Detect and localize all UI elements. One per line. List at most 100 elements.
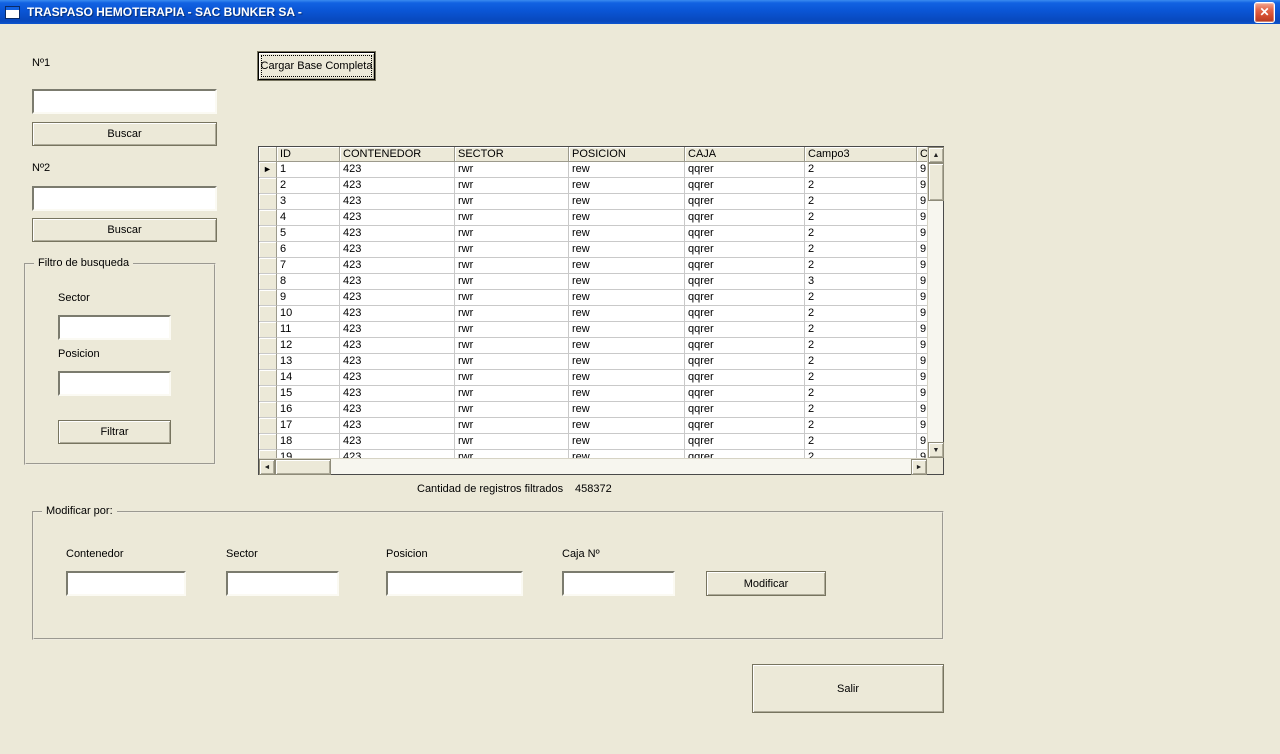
grid-cell[interactable]: rwr — [455, 370, 569, 386]
grid-cell[interactable]: rew — [569, 290, 685, 306]
grid-cell[interactable]: rew — [569, 402, 685, 418]
grid-cell[interactable]: 2 — [805, 450, 917, 458]
grid-cell[interactable]: 9 — [917, 290, 927, 306]
grid-cell[interactable]: rew — [569, 194, 685, 210]
current-row-pointer-icon[interactable]: ► — [259, 162, 277, 178]
row-selector[interactable] — [259, 386, 277, 402]
row-selector[interactable] — [259, 258, 277, 274]
grid-cell[interactable]: 9 — [917, 450, 927, 458]
grid-cell[interactable]: 2 — [805, 258, 917, 274]
modificar-button[interactable]: Modificar — [706, 571, 826, 596]
grid-cell[interactable]: rwr — [455, 290, 569, 306]
grid-row[interactable]: 9423rwrrewqqrer29 — [259, 290, 927, 306]
grid-cell[interactable]: 2 — [805, 178, 917, 194]
grid-cell[interactable]: rwr — [455, 274, 569, 290]
grid-cell[interactable]: 423 — [340, 274, 455, 290]
grid-row[interactable]: 18423rwrrewqqrer29 — [259, 434, 927, 450]
modify-posicion-input[interactable] — [386, 571, 523, 596]
column-header-caja[interactable]: CAJA — [685, 147, 805, 162]
grid-cell[interactable]: 423 — [340, 434, 455, 450]
grid-cell[interactable]: 2 — [805, 354, 917, 370]
grid-cell[interactable]: 14 — [277, 370, 340, 386]
grid-cell[interactable]: rew — [569, 210, 685, 226]
grid-cell[interactable]: 2 — [805, 226, 917, 242]
row-selector[interactable] — [259, 306, 277, 322]
grid-cell[interactable]: 2 — [805, 402, 917, 418]
grid-cell[interactable]: qqrer — [685, 258, 805, 274]
grid-cell[interactable]: rwr — [455, 418, 569, 434]
grid-cell[interactable]: 18 — [277, 434, 340, 450]
grid-cell[interactable]: rwr — [455, 258, 569, 274]
grid-cell[interactable]: 9 — [917, 226, 927, 242]
grid-cell[interactable]: rew — [569, 370, 685, 386]
grid-cell[interactable]: 423 — [340, 418, 455, 434]
grid-cell[interactable]: rew — [569, 322, 685, 338]
grid-cell[interactable]: qqrer — [685, 194, 805, 210]
grid-cell[interactable]: 423 — [340, 354, 455, 370]
grid-cell[interactable]: 9 — [917, 306, 927, 322]
grid-cell[interactable]: 9 — [917, 338, 927, 354]
grid-cell[interactable]: 423 — [340, 370, 455, 386]
grid-cell[interactable]: 2 — [805, 242, 917, 258]
grid-cell[interactable]: 423 — [340, 322, 455, 338]
grid-cell[interactable]: 9 — [917, 258, 927, 274]
grid-cell[interactable]: rew — [569, 306, 685, 322]
grid-cell[interactable]: 2 — [805, 322, 917, 338]
grid-cell[interactable]: 2 — [805, 370, 917, 386]
grid-cell[interactable]: rew — [569, 226, 685, 242]
row-selector[interactable] — [259, 194, 277, 210]
grid-cell[interactable]: 9 — [917, 354, 927, 370]
grid-cell[interactable]: 16 — [277, 402, 340, 418]
modify-sector-input[interactable] — [226, 571, 339, 596]
grid-row[interactable]: ►1423rwrrewqqrer29 — [259, 162, 927, 178]
grid-row[interactable]: 11423rwrrewqqrer29 — [259, 322, 927, 338]
scroll-down-icon[interactable]: ▼ — [928, 442, 944, 458]
grid-row[interactable]: 14423rwrrewqqrer29 — [259, 370, 927, 386]
grid-cell[interactable]: 2 — [805, 434, 917, 450]
grid-cell[interactable]: 6 — [277, 242, 340, 258]
grid-cell[interactable]: qqrer — [685, 162, 805, 178]
grid-cell[interactable]: rwr — [455, 210, 569, 226]
grid-cell[interactable]: 9 — [917, 434, 927, 450]
grid-row[interactable]: 10423rwrrewqqrer29 — [259, 306, 927, 322]
grid-cell[interactable]: 423 — [340, 386, 455, 402]
row-selector[interactable] — [259, 178, 277, 194]
grid-row[interactable]: 2423rwrrewqqrer29 — [259, 178, 927, 194]
grid-cell[interactable]: 5 — [277, 226, 340, 242]
grid-cell[interactable]: 2 — [805, 210, 917, 226]
grid-cell[interactable]: qqrer — [685, 354, 805, 370]
grid-cell[interactable]: 7 — [277, 258, 340, 274]
vertical-scrollbar[interactable]: ▲ ▼ — [927, 147, 943, 458]
grid-cell[interactable]: qqrer — [685, 402, 805, 418]
grid-cell[interactable]: 11 — [277, 322, 340, 338]
grid-cell[interactable]: 423 — [340, 258, 455, 274]
grid-cell[interactable]: 12 — [277, 338, 340, 354]
grid-cell[interactable]: rwr — [455, 322, 569, 338]
grid-row[interactable]: 8423rwrrewqqrer39 — [259, 274, 927, 290]
n2-input[interactable] — [32, 186, 217, 211]
scroll-up-icon[interactable]: ▲ — [928, 147, 944, 163]
vertical-scrollbar-thumb[interactable] — [928, 163, 944, 201]
grid-cell[interactable]: 9 — [917, 418, 927, 434]
grid-row[interactable]: 6423rwrrewqqrer29 — [259, 242, 927, 258]
grid-cell[interactable]: qqrer — [685, 226, 805, 242]
grid-row[interactable]: 17423rwrrewqqrer29 — [259, 418, 927, 434]
row-selector[interactable] — [259, 338, 277, 354]
grid-cell[interactable]: rwr — [455, 354, 569, 370]
grid-cell[interactable]: 9 — [917, 162, 927, 178]
grid-row[interactable]: 15423rwrrewqqrer29 — [259, 386, 927, 402]
grid-cell[interactable]: 2 — [277, 178, 340, 194]
grid-cell[interactable]: rew — [569, 386, 685, 402]
row-selector[interactable] — [259, 434, 277, 450]
grid-cell[interactable]: 2 — [805, 338, 917, 354]
column-header-campo3[interactable]: Campo3 — [805, 147, 917, 162]
grid-cell[interactable]: 423 — [340, 194, 455, 210]
filter-posicion-input[interactable] — [58, 371, 171, 396]
row-selector[interactable] — [259, 290, 277, 306]
grid-cell[interactable]: rew — [569, 258, 685, 274]
grid-cell[interactable]: qqrer — [685, 242, 805, 258]
grid-cell[interactable]: 423 — [340, 226, 455, 242]
title-bar[interactable]: TRASPASO HEMOTERAPIA - SAC BUNKER SA - ✕ — [0, 0, 1280, 24]
grid-cell[interactable]: qqrer — [685, 306, 805, 322]
row-selector[interactable] — [259, 274, 277, 290]
